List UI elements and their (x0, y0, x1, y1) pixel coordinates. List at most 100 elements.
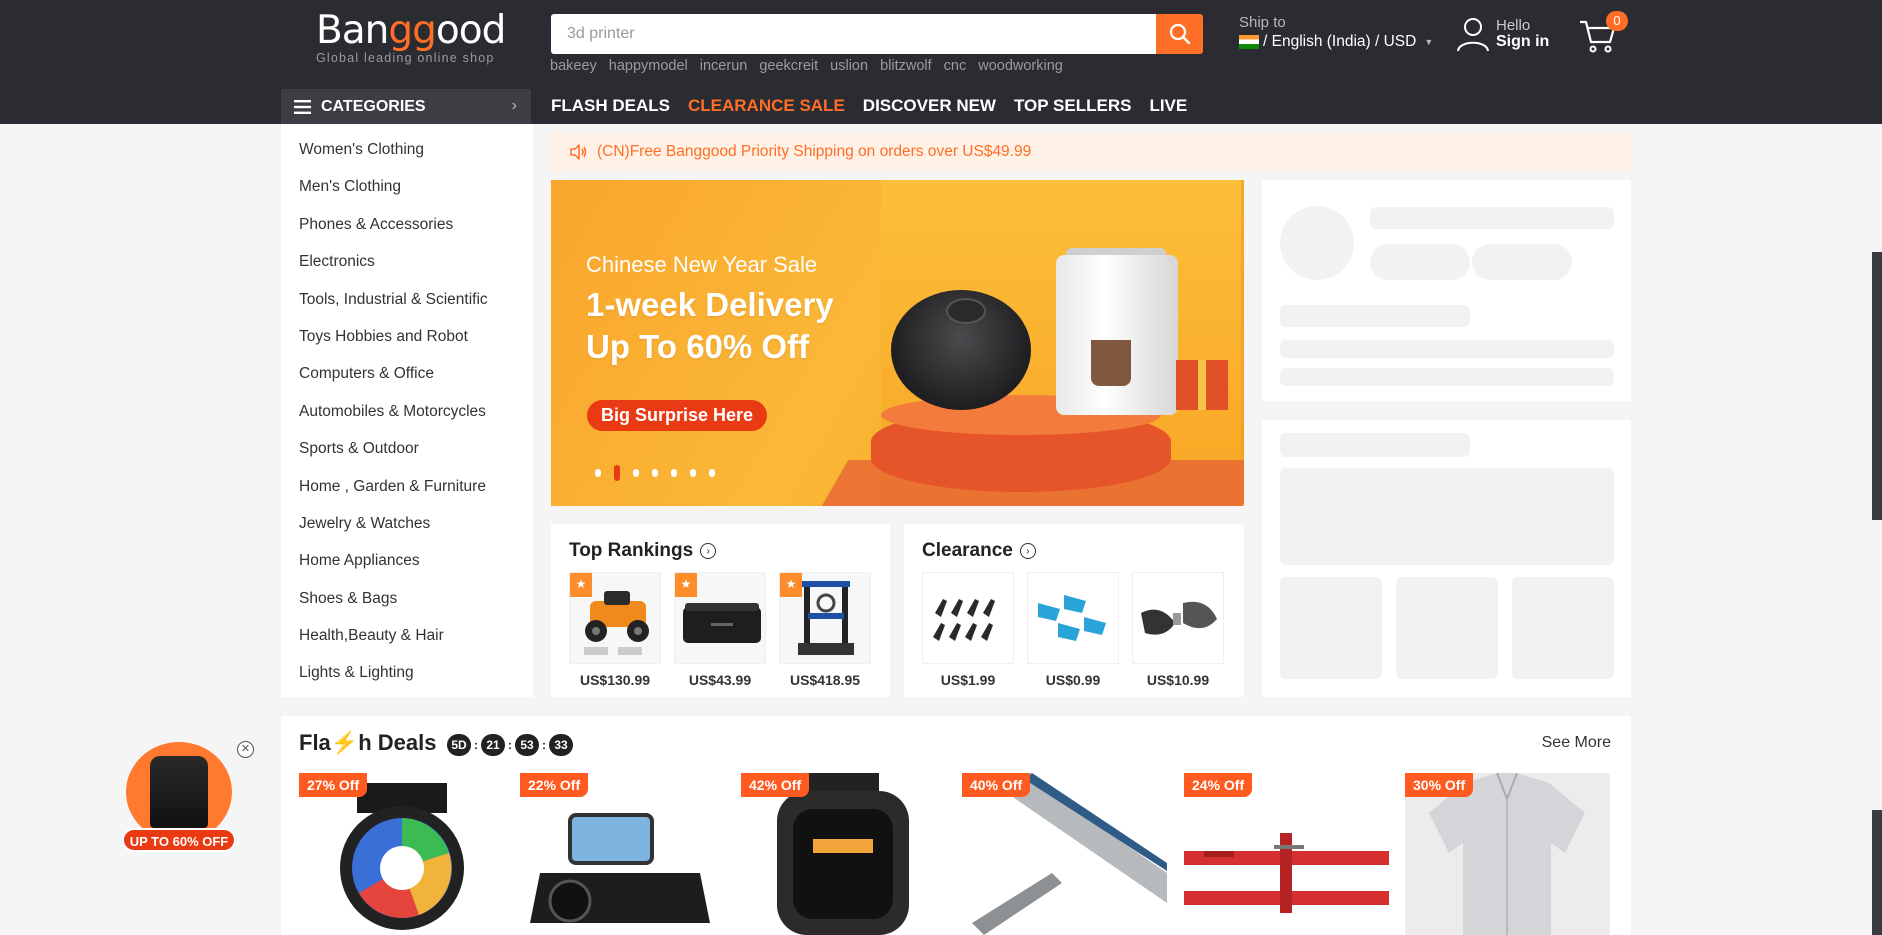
logo-tagline: Global leading online shop (316, 51, 495, 65)
category-item[interactable]: Women's Clothing (281, 136, 533, 173)
hot-word-link[interactable]: cnc (944, 58, 967, 74)
hot-word-link[interactable]: uslion (830, 58, 868, 74)
clips-product-image (933, 599, 995, 641)
carousel-dot[interactable] (652, 469, 658, 477)
carousel-dot[interactable] (595, 469, 601, 477)
flash-deal-item[interactable]: 40% Off (962, 773, 1167, 935)
flash-deal-item[interactable]: 30% Off (1405, 773, 1610, 935)
category-item[interactable]: Electronics (281, 248, 533, 285)
smartwatch-image (299, 773, 504, 935)
carousel-dot[interactable] (709, 469, 715, 477)
flash-deal-item[interactable]: 42% Off (741, 773, 946, 935)
flash-deal-item[interactable]: 24% Off (1184, 773, 1389, 935)
product-price: US$130.99 (579, 672, 651, 688)
carousel-dots (595, 465, 715, 481)
red-ruler-image (1184, 773, 1389, 935)
product-price: US$0.99 (1045, 672, 1101, 688)
shipping-notice-text: (CN)Free Banggood Priority Shipping on o… (597, 143, 1032, 160)
float-ad-label: UP TO 60% OFF (122, 828, 236, 852)
category-item[interactable]: Tools, Industrial & Scientific (281, 286, 533, 323)
search-button[interactable] (1156, 14, 1203, 54)
category-item[interactable]: Toys Hobbies and Robot (281, 323, 533, 360)
ship-to-label: Ship to (1239, 14, 1286, 31)
discount-badge: 22% Off (520, 773, 589, 797)
category-item[interactable]: Home Appliances (281, 547, 533, 584)
banggood-logo[interactable]: Banggood Global leading online shop (316, 8, 506, 65)
carousel-dot[interactable] (614, 465, 620, 481)
category-item[interactable]: Health,Beauty & Hair (281, 622, 533, 659)
category-item[interactable]: Shoes & Bags (281, 585, 533, 622)
promo-banner[interactable]: Chinese New Year Sale 1-week Delivery Up… (551, 180, 1244, 506)
track-rail-image (962, 773, 1167, 935)
discount-badge: 27% Off (299, 773, 368, 797)
projector-image (520, 773, 725, 935)
hello-text: Hello (1496, 17, 1531, 34)
floating-sale-ad[interactable]: UP TO 60% OFF (122, 742, 238, 852)
product-price: US$418.95 (789, 672, 861, 688)
logo-text-end: ood (435, 8, 506, 53)
carousel-dot[interactable] (671, 469, 677, 477)
discount-badge: 30% Off (1405, 773, 1474, 797)
carousel-dot[interactable] (633, 469, 639, 477)
see-more-link[interactable]: See More (1542, 734, 1611, 752)
shipping-notice-bar[interactable]: (CN)Free Banggood Priority Shipping on o… (551, 133, 1631, 171)
ranking-item[interactable]: ★ US$43.99 (674, 572, 766, 688)
site-header: Banggood Global leading online shop bake… (0, 0, 1882, 124)
hot-word-link[interactable]: blitzwolf (880, 58, 932, 74)
user-icon (1457, 18, 1489, 52)
account-signin[interactable]: Hello Sign in (1456, 16, 1549, 52)
categories-menu-button[interactable]: CATEGORIES › (281, 89, 531, 124)
close-icon[interactable]: ✕ (237, 741, 254, 758)
ranking-item[interactable]: ★ US$130.99 (569, 572, 661, 688)
clearance-item[interactable]: US$1.99 (922, 572, 1014, 688)
category-item[interactable]: Computers & Office (281, 360, 533, 397)
bike-grips-image (1141, 601, 1217, 635)
category-item[interactable]: Phones & Accessories (281, 211, 533, 248)
flash-deals-section: Fla ⚡ h Deals 5D: 21: 53: 33 See More 27% … (281, 716, 1631, 935)
nav-item-top-sellers[interactable]: TOP SELLERS (1014, 96, 1131, 116)
nav-item-clearance-sale[interactable]: CLEARANCE SALE (688, 96, 845, 116)
nav-item-flash-deals[interactable]: FLASH DEALS (551, 96, 670, 116)
clearance-item[interactable]: US$10.99 (1132, 572, 1224, 688)
side-toolbar-bottom[interactable] (1872, 810, 1882, 935)
hot-word-link[interactable]: bakeey (550, 58, 597, 74)
hot-word-link[interactable]: happymodel (609, 58, 688, 74)
caret-down-icon: ▼ (1424, 37, 1434, 47)
flash-deals-title: Fla ⚡ h Deals (299, 730, 437, 755)
flash-deal-item[interactable]: 22% Off (520, 773, 725, 935)
side-toolbar[interactable] (1872, 252, 1882, 520)
hot-word-link[interactable]: geekcreit (759, 58, 818, 74)
product-image (1132, 572, 1224, 664)
signin-link[interactable]: Sign in (1496, 33, 1549, 51)
big-surprise-button[interactable]: Big Surprise Here (587, 400, 768, 431)
top-rankings-title[interactable]: Top Rankings › (569, 540, 717, 562)
hot-word-link[interactable]: woodworking (978, 58, 1063, 74)
category-item[interactable]: Lights & Lighting (281, 659, 533, 696)
category-item[interactable]: Automobiles & Motorcycles (281, 398, 533, 435)
rugged-watch-image (741, 773, 946, 935)
carousel-dot[interactable] (690, 469, 696, 477)
search-input[interactable] (551, 14, 1156, 54)
banner-title-line2: Up To 60% Off (586, 328, 810, 365)
hot-word-link[interactable]: incerun (700, 58, 748, 74)
product-price: US$1.99 (940, 672, 996, 688)
search-icon (1169, 23, 1190, 45)
shirt-image (1405, 773, 1610, 935)
india-flag-icon (1239, 35, 1259, 49)
clearance-item[interactable]: US$0.99 (1027, 572, 1119, 688)
ship-to-selector[interactable]: Ship to / English (India) / USD ▼ (1239, 14, 1433, 51)
categories-label: CATEGORIES (321, 97, 426, 115)
flash-deal-item[interactable]: 27% Off (299, 773, 504, 935)
category-item[interactable]: Home , Garden & Furniture (281, 473, 533, 510)
timer-seconds: 33 (549, 734, 573, 756)
clearance-title[interactable]: Clearance › (922, 540, 1036, 562)
nav-item-live[interactable]: LIVE (1149, 96, 1187, 116)
user-card-placeholder (1262, 180, 1631, 401)
countdown-timer: 5D: 21: 53: 33 (447, 734, 573, 756)
category-item[interactable]: Men's Clothing (281, 173, 533, 210)
category-item[interactable]: Sports & Outdoor (281, 435, 533, 472)
category-item[interactable]: Jewelry & Watches (281, 510, 533, 547)
product-price: US$10.99 (1146, 672, 1210, 688)
nav-item-discover-new[interactable]: DISCOVER NEW (863, 96, 996, 116)
ranking-item[interactable]: ★ US$418.95 (779, 572, 871, 688)
